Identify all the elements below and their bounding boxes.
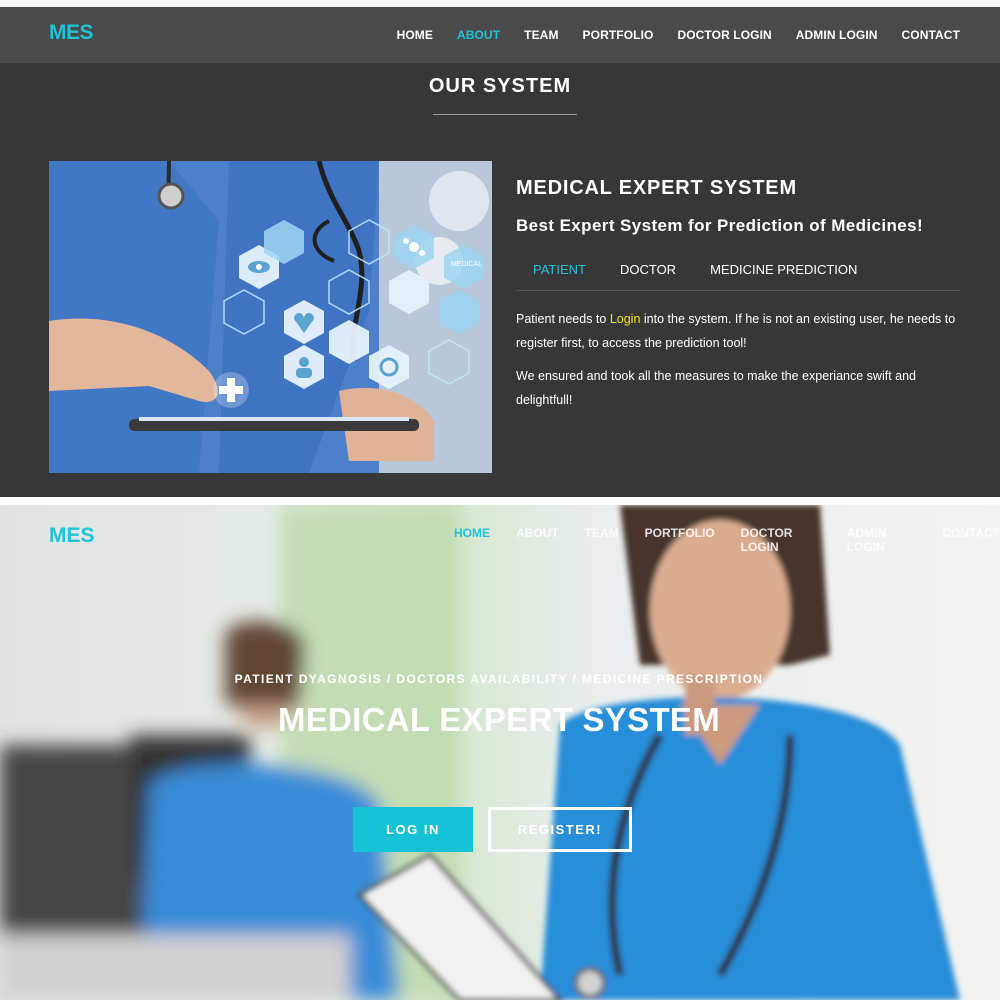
about-heading: MEDICAL EXPERT SYSTEM	[516, 177, 797, 199]
tab-doctor[interactable]: DOCTOR	[603, 252, 693, 290]
medical-tablet-image: MEDICAL	[49, 161, 492, 473]
hero-nav-home[interactable]: HOME	[454, 526, 490, 554]
hero-nav-team[interactable]: TEAM	[585, 526, 619, 554]
login-button[interactable]: LOG IN	[353, 807, 473, 852]
title-underline	[433, 114, 577, 115]
tab-bar: PATIENT DOCTOR MEDICINE PREDICTION	[516, 252, 960, 291]
brand-logo-hero[interactable]: MES	[49, 524, 95, 548]
tab-medicine-prediction[interactable]: MEDICINE PREDICTION	[693, 252, 874, 290]
section-title: OUR SYSTEM	[428, 75, 572, 97]
hero-nav-doctor-login[interactable]: DOCTOR LOGIN	[741, 526, 821, 554]
paragraph-experience: We ensured and took all the measures to …	[516, 369, 916, 407]
brand-logo[interactable]: MES	[49, 21, 94, 45]
nav-contact[interactable]: CONTACT	[902, 28, 960, 42]
hero-nav-contact[interactable]: CONTACT	[942, 526, 1000, 554]
nav-portfolio[interactable]: PORTFOLIO	[583, 28, 654, 42]
svg-text:MEDICAL: MEDICAL	[451, 261, 482, 268]
hero-nav-admin-login[interactable]: ADMIN LOGIN	[847, 526, 916, 554]
nav-home[interactable]: HOME	[397, 28, 433, 42]
navbar: MES HOME ABOUT TEAM PORTFOLIO DOCTOR LOG…	[0, 7, 1000, 63]
hero-nav: HOME ABOUT TEAM PORTFOLIO DOCTOR LOGIN A…	[454, 526, 1000, 554]
hero-title: MEDICAL EXPERT SYSTEM	[277, 701, 721, 738]
tab-patient[interactable]: PATIENT	[516, 252, 603, 290]
nav-about[interactable]: ABOUT	[457, 28, 500, 42]
about-section-screenshot: MES HOME ABOUT TEAM PORTFOLIO DOCTOR LOG…	[0, 7, 1000, 497]
paragraph1-before: Patient needs to	[516, 312, 610, 326]
nav-doctor-login[interactable]: DOCTOR LOGIN	[677, 28, 771, 42]
hero-tagline: PATIENT DYAGNOSIS / DOCTORS AVAILABILITY…	[234, 672, 764, 686]
about-subheading: Best Expert System for Prediction of Med…	[516, 216, 924, 235]
hero-section-screenshot: MES HOME ABOUT TEAM PORTFOLIO DOCTOR LOG…	[0, 505, 1000, 1000]
screenshot-divider	[0, 497, 1000, 505]
register-button[interactable]: REGISTER!	[488, 807, 632, 852]
hero-background-photo	[0, 505, 1000, 1000]
hero-nav-about[interactable]: ABOUT	[516, 526, 559, 554]
nav-admin-login[interactable]: ADMIN LOGIN	[796, 28, 878, 42]
top-strip	[0, 0, 1000, 7]
login-link[interactable]: Login	[610, 312, 641, 326]
hero-nav-portfolio[interactable]: PORTFOLIO	[645, 526, 715, 554]
paragraph-login: Patient needs to Login into the system. …	[516, 307, 966, 355]
main-nav: HOME ABOUT TEAM PORTFOLIO DOCTOR LOGIN A…	[397, 7, 960, 63]
tab-content-patient: Patient needs to Login into the system. …	[516, 307, 966, 421]
nav-team[interactable]: TEAM	[524, 28, 558, 42]
